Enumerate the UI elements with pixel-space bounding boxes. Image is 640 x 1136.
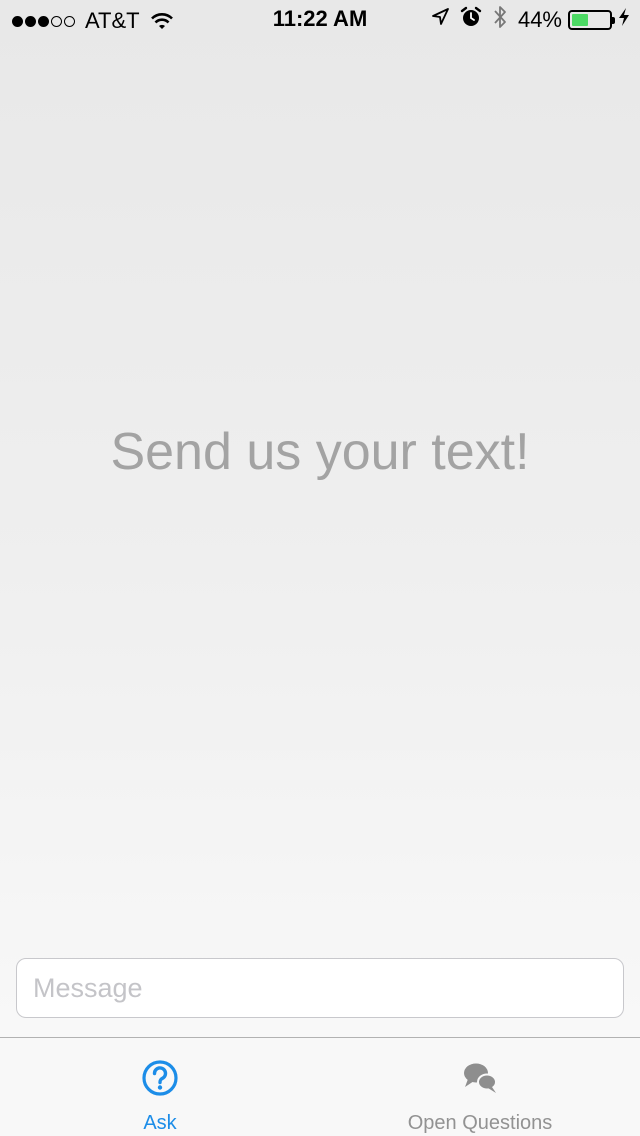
chat-bubbles-icon bbox=[460, 1058, 500, 1098]
battery-fill bbox=[572, 14, 588, 26]
tab-ask[interactable]: Ask bbox=[0, 1038, 320, 1136]
alarm-icon bbox=[460, 6, 482, 34]
carrier-name: AT&T bbox=[85, 8, 140, 33]
question-circle-icon bbox=[140, 1058, 180, 1098]
signal-strength-icon bbox=[12, 15, 77, 27]
status-bar: AT&T 11:22 AM 44% bbox=[0, 0, 640, 40]
signal-dot bbox=[12, 15, 23, 27]
status-bar-right: 44% bbox=[420, 6, 630, 34]
battery-icon bbox=[568, 10, 615, 30]
signal-dot bbox=[38, 15, 49, 27]
signal-dot bbox=[51, 15, 62, 27]
location-arrow-icon bbox=[430, 7, 450, 33]
message-input[interactable] bbox=[31, 971, 609, 1005]
charging-bolt-icon bbox=[618, 7, 630, 33]
signal-dot bbox=[64, 15, 75, 27]
empty-state-message: Send us your text! bbox=[110, 423, 530, 481]
battery-nub bbox=[612, 17, 615, 24]
bluetooth-icon bbox=[492, 4, 508, 36]
tab-ask-label: Ask bbox=[143, 1112, 177, 1134]
tab-open-questions[interactable]: Open Questions bbox=[320, 1038, 640, 1136]
status-bar-left: AT&T bbox=[12, 7, 174, 35]
tab-open-questions-label: Open Questions bbox=[407, 1112, 553, 1134]
message-composer[interactable] bbox=[16, 958, 624, 1018]
signal-dot bbox=[25, 15, 36, 27]
wifi-icon bbox=[150, 11, 174, 31]
battery-percent: 44% bbox=[517, 7, 562, 32]
tab-bar: Ask Open Questions bbox=[0, 1037, 640, 1136]
